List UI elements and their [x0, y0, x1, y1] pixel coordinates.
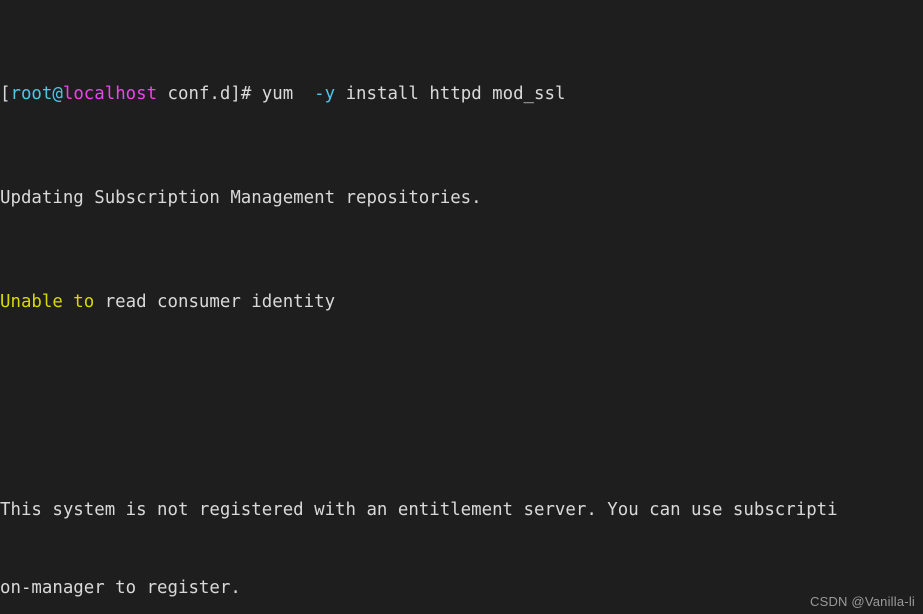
- output-line-not-registered-2: on-manager to register.: [0, 578, 241, 598]
- terminal-window[interactable]: [root@localhost conf.d]# yum -y install …: [0, 0, 923, 614]
- prompt-line: [root@localhost conf.d]# yum -y install …: [0, 81, 923, 107]
- prompt-hostname: localhost: [62, 84, 158, 104]
- prompt-bracket: [: [0, 84, 11, 104]
- output-line-unable: Unable to read consumer identity: [0, 289, 923, 315]
- output-line-updating: Updating Subscription Management reposit…: [0, 188, 482, 208]
- command-args: install httpd mod_ssl: [335, 84, 566, 104]
- command-flag: -y: [314, 84, 336, 104]
- prompt-user: root@: [10, 84, 63, 104]
- output-line-not-registered-1: This system is not registered with an en…: [0, 500, 838, 520]
- command-name: yum: [261, 84, 315, 104]
- unable-warning-rest: read consumer identity: [94, 292, 336, 312]
- watermark-label: CSDN @Vanilla-li: [809, 594, 915, 609]
- terminal-output: [root@localhost conf.d]# yum -y install …: [0, 3, 923, 614]
- prompt-path: conf.d]#: [157, 84, 262, 104]
- unable-warning-text: Unable to: [0, 292, 95, 312]
